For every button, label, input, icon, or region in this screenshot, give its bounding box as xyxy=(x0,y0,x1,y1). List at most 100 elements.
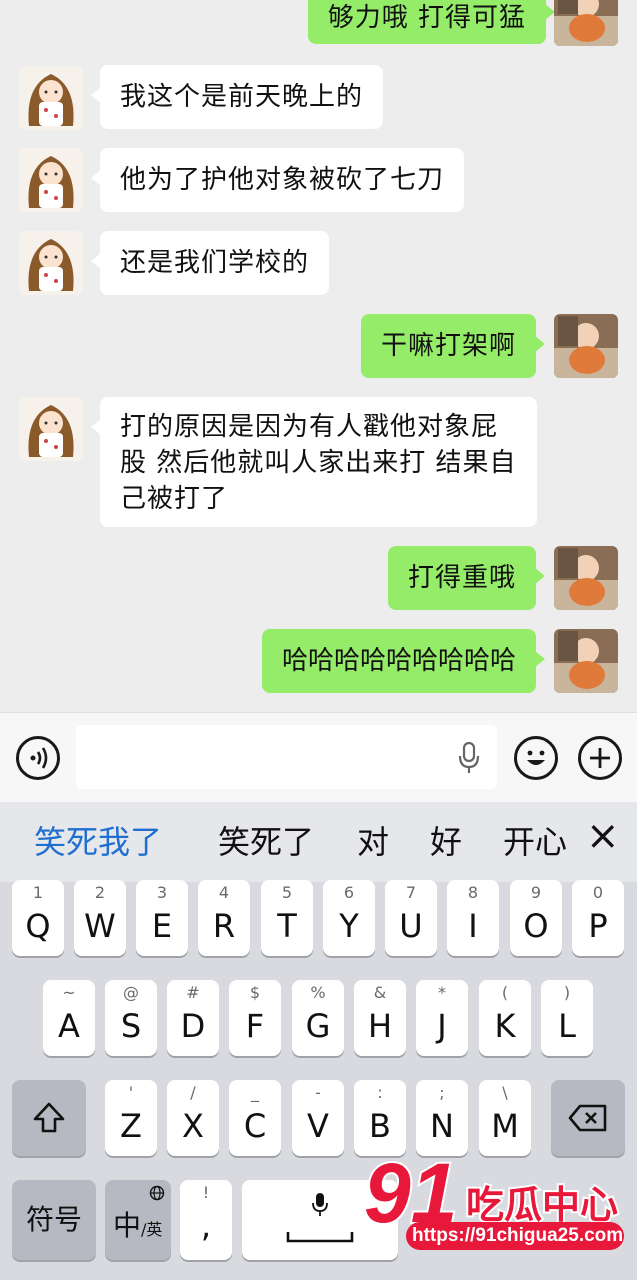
my-avatar[interactable] xyxy=(554,546,618,610)
key-label: O xyxy=(523,907,549,945)
key-sub-label: \ xyxy=(502,1083,508,1102)
key-label: 中 xyxy=(113,1209,142,1242)
key-label: G xyxy=(305,1007,331,1045)
my-avatar[interactable] xyxy=(554,0,618,46)
voice-input-button[interactable] xyxy=(16,736,60,780)
key-q[interactable]: 1Q xyxy=(12,880,64,956)
backspace-icon xyxy=(568,1104,607,1132)
candidate-word[interactable]: 好 xyxy=(430,822,462,862)
candidate-word[interactable]: 开心 xyxy=(503,822,567,862)
candidate-word[interactable]: 对 xyxy=(357,822,389,862)
message-bubble-outgoing[interactable]: 哈哈哈哈哈哈哈哈哈 xyxy=(261,629,546,693)
key-f[interactable]: $ F xyxy=(229,980,281,1056)
key-label: 符号 xyxy=(25,1203,82,1236)
comma-key[interactable]: ! , xyxy=(180,1180,232,1260)
key-k[interactable]: (K xyxy=(479,980,531,1056)
key-label: F xyxy=(245,1007,265,1045)
symbols-key[interactable]: 符号 xyxy=(12,1180,96,1260)
key-label: Z xyxy=(120,1107,142,1145)
key-sub-label: 1 xyxy=(32,883,44,902)
message-bubble-incoming[interactable]: 还是我们学校的 xyxy=(90,231,330,295)
key-g[interactable]: % G xyxy=(292,980,344,1056)
key-sub-label: $ xyxy=(249,983,261,1002)
key-sub-label: ( xyxy=(501,983,509,1002)
key-label: C xyxy=(243,1107,267,1145)
message-bubble-outgoing[interactable]: 够力哦 打得可猛 xyxy=(307,0,556,44)
key-sub-label: _ xyxy=(251,1083,259,1102)
key-label: T xyxy=(277,907,297,945)
key-sub-label: ) xyxy=(563,983,571,1002)
key-label: W xyxy=(84,907,116,945)
key-sub-label: 3 xyxy=(156,883,168,902)
backspace-key[interactable] xyxy=(551,1080,625,1156)
language-switch-key[interactable]: 中 /英 xyxy=(105,1180,171,1260)
contact-avatar[interactable] xyxy=(19,66,83,130)
key-sub-label: ' xyxy=(128,1083,134,1102)
key-y[interactable]: 6Y xyxy=(323,880,375,956)
watermark-logo: 91 吃瓜中心 https://91chigua25.com xyxy=(362,1144,632,1260)
message-bubble-incoming[interactable]: 我这个是前天晚上的 xyxy=(90,65,384,129)
key-c[interactable]: _ C xyxy=(229,1080,281,1156)
key-sub-label: /英 xyxy=(141,1220,163,1239)
key-h[interactable]: & H xyxy=(354,980,406,1056)
key-r[interactable]: 4R xyxy=(198,880,250,956)
contact-avatar[interactable] xyxy=(19,397,83,461)
my-avatar[interactable] xyxy=(554,629,618,693)
key-label: M xyxy=(491,1107,519,1145)
contact-avatar[interactable] xyxy=(19,231,83,295)
key-a[interactable]: ~ A xyxy=(43,980,95,1056)
key-p[interactable]: 0P xyxy=(572,880,624,956)
avatar-image-cartoon-girl xyxy=(19,66,83,130)
key-n[interactable]: ; N xyxy=(416,1080,468,1156)
message-text: 够力哦 打得可猛 xyxy=(327,3,526,33)
message-text-line: 己被打了 xyxy=(120,484,229,514)
key-m[interactable]: \ M xyxy=(479,1080,531,1156)
emoji-button[interactable] xyxy=(514,736,558,780)
key-label: Q xyxy=(25,907,51,945)
key-sub-label: 0 xyxy=(592,883,604,902)
key-b[interactable]: :B xyxy=(354,1080,406,1156)
chat-area: 够力哦 打得可猛 我这个是前天晚上的 他为了护他对象被砍了七刀 还是我们学校的 … xyxy=(0,0,637,712)
key-w[interactable]: 2W xyxy=(74,880,126,956)
key-o[interactable]: 9O xyxy=(510,880,562,956)
key-label: L xyxy=(558,1007,576,1045)
close-candidates-icon[interactable]: × xyxy=(586,816,620,856)
candidate-word[interactable]: 笑死了 xyxy=(218,822,314,862)
svg-text:吃瓜中心: 吃瓜中心 xyxy=(466,1183,618,1227)
avatar-image-baby xyxy=(554,314,618,378)
message-input[interactable] xyxy=(76,725,497,789)
message-bubble-incoming[interactable]: 他为了护他对象被砍了七刀 xyxy=(90,148,465,212)
key-t[interactable]: 5T xyxy=(261,880,313,956)
key-sub-label: - xyxy=(315,1083,321,1102)
key-sub-label: 9 xyxy=(530,883,542,902)
key-label: K xyxy=(494,1007,516,1045)
candidate-word[interactable]: 笑死我了 xyxy=(34,822,162,862)
avatar-image-cartoon-girl xyxy=(19,148,83,212)
microphone-icon xyxy=(312,1193,328,1216)
key-i[interactable]: 8I xyxy=(447,880,499,956)
key-u[interactable]: 7U xyxy=(385,880,437,956)
key-j[interactable]: * J xyxy=(416,980,468,1056)
contact-avatar[interactable] xyxy=(19,148,83,212)
globe-icon xyxy=(149,1185,165,1201)
key-z[interactable]: ' Z xyxy=(105,1080,157,1156)
microphone-icon[interactable] xyxy=(457,741,481,775)
more-functions-button[interactable] xyxy=(578,736,622,780)
key-sub-label: : xyxy=(377,1083,383,1102)
key-l[interactable]: ) L xyxy=(541,980,593,1056)
avatar-image-baby xyxy=(554,629,618,693)
key-sub-label: * xyxy=(438,983,446,1002)
key-v[interactable]: -V xyxy=(292,1080,344,1156)
key-x[interactable]: / X xyxy=(167,1080,219,1156)
key-s[interactable]: @ S xyxy=(105,980,157,1056)
my-avatar[interactable] xyxy=(554,314,618,378)
message-text: 哈哈哈哈哈哈哈哈哈 xyxy=(281,646,516,676)
key-d[interactable]: # D xyxy=(167,980,219,1056)
message-bubble-outgoing[interactable]: 干嘛打架啊 xyxy=(360,314,546,378)
message-bubble-incoming[interactable]: 打的原因是因为有人戳他对象屁 股 然后他就叫人家出来打 结果自 己被打了 xyxy=(91,397,537,527)
message-text: 打得重哦 xyxy=(407,563,516,593)
shift-key[interactable] xyxy=(12,1080,86,1156)
key-sub-label: # xyxy=(186,983,200,1002)
key-e[interactable]: 3E xyxy=(136,880,188,956)
message-bubble-outgoing[interactable]: 打得重哦 xyxy=(387,546,546,610)
